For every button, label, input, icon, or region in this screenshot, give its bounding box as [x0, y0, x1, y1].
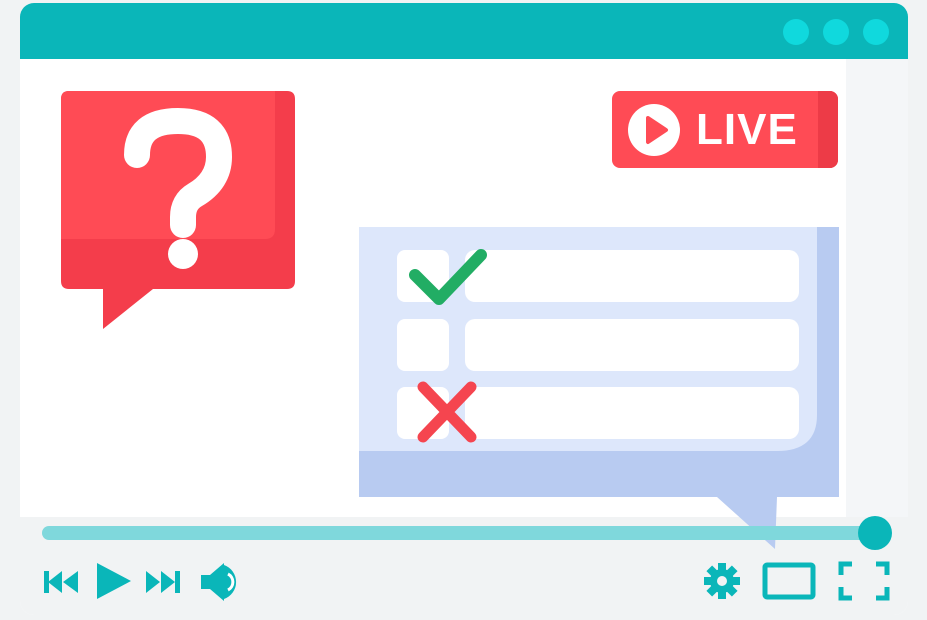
progress-bar[interactable] [42, 526, 876, 540]
title-bar [20, 3, 908, 59]
next-icon[interactable] [144, 565, 184, 599]
live-label: LIVE [696, 105, 798, 154]
window-dot-2[interactable] [823, 19, 849, 45]
quiz-panel [359, 227, 839, 549]
play-icon[interactable] [94, 560, 134, 602]
question-bubble [61, 91, 295, 329]
fullscreen-icon[interactable] [838, 561, 890, 601]
volume-icon[interactable] [198, 559, 246, 605]
quiz-row-2-answer[interactable] [465, 319, 799, 371]
window-dot-1[interactable] [783, 19, 809, 45]
progress-handle[interactable] [858, 516, 892, 550]
theater-mode-icon[interactable] [762, 561, 816, 601]
settings-icon[interactable] [702, 561, 742, 601]
window-shade [846, 59, 908, 539]
live-badge: LIVE [612, 91, 838, 168]
window-dot-3[interactable] [863, 19, 889, 45]
quiz-row-2-box[interactable] [397, 319, 449, 371]
previous-icon[interactable] [40, 565, 80, 599]
checkmark-icon [409, 249, 487, 305]
live-play-icon [628, 104, 680, 156]
quiz-row-3-answer[interactable] [465, 387, 799, 439]
live-badge-shade [818, 91, 838, 168]
cross-icon [417, 381, 477, 443]
quiz-row-1-answer[interactable] [465, 250, 799, 302]
